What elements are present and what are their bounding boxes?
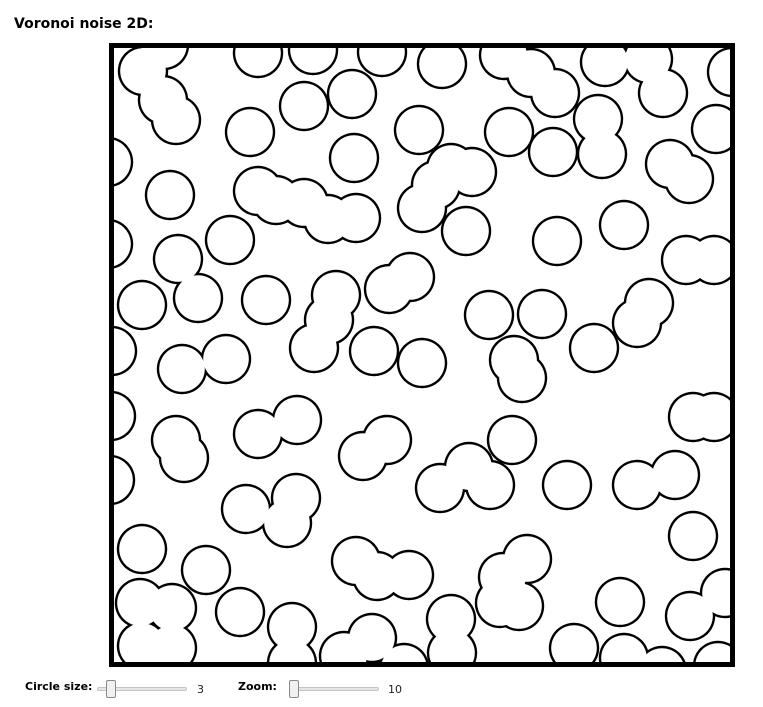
- noise-circle: [114, 222, 131, 266]
- noise-circle: [217, 589, 263, 635]
- noise-circle: [333, 538, 379, 584]
- noise-circle: [640, 70, 686, 116]
- circle-size-slider-thumb[interactable]: [105, 680, 116, 698]
- noise-circle: [466, 292, 512, 338]
- noise-circle: [532, 70, 578, 116]
- zoom-value: 10: [388, 683, 402, 696]
- noise-circle: [601, 202, 647, 248]
- noise-circle: [519, 291, 565, 337]
- noise-circle: [534, 218, 580, 264]
- noise-circle: [114, 393, 134, 439]
- noise-circle: [243, 277, 289, 323]
- noise-circle: [155, 236, 201, 282]
- circle-size-value: 3: [197, 683, 204, 696]
- noise-circle: [274, 397, 320, 443]
- noise-drawing: [114, 48, 730, 662]
- noise-circle: [227, 109, 273, 155]
- noise-circle: [147, 172, 193, 218]
- zoom-slider-track[interactable]: [289, 687, 379, 691]
- noise-circle: [203, 336, 249, 382]
- noise-circle: [119, 282, 165, 328]
- noise-circle: [114, 457, 133, 503]
- noise-circle: [119, 526, 165, 572]
- noise-circle: [670, 513, 716, 559]
- noise-circle: [489, 417, 535, 463]
- noise-circle: [579, 131, 625, 177]
- noise-circle: [597, 579, 643, 625]
- noise-circle: [235, 411, 281, 457]
- noise-circle: [449, 149, 495, 195]
- noise-circle: [149, 585, 195, 631]
- noise-circle: [504, 536, 550, 582]
- noise-circle: [486, 109, 532, 155]
- noise-circle: [291, 325, 337, 371]
- noise-circle: [396, 107, 442, 153]
- noise-circle: [491, 337, 537, 383]
- noise-circle: [183, 547, 229, 593]
- noise-circle: [530, 129, 576, 175]
- zoom-label: Zoom:: [238, 680, 277, 693]
- noise-circle: [417, 465, 463, 511]
- noise-circle: [614, 462, 660, 508]
- noise-circle: [281, 83, 327, 129]
- noise-circle: [709, 49, 730, 95]
- noise-circle: [207, 217, 253, 263]
- noise-circle: [652, 452, 698, 498]
- noise-circle: [364, 417, 410, 463]
- noise-circle: [351, 328, 397, 374]
- zoom-slider[interactable]: [288, 680, 379, 698]
- noise-circle: [467, 462, 513, 508]
- noise-circle: [175, 275, 221, 321]
- zoom-slider-thumb[interactable]: [288, 680, 299, 698]
- noise-circle: [159, 346, 205, 392]
- noise-circle: [695, 643, 730, 662]
- noise-circle: [333, 195, 379, 241]
- controls-bar: Circle size: 3 Zoom: 10: [0, 676, 763, 702]
- noise-circle: [329, 71, 375, 117]
- noise-circle: [544, 462, 590, 508]
- noise-circle: [399, 340, 445, 386]
- noise-circle: [387, 254, 433, 300]
- noise-circle: [331, 135, 377, 181]
- noise-circle: [114, 140, 131, 184]
- noise-circle: [161, 435, 207, 481]
- noise-circle: [273, 475, 319, 521]
- voronoi-canvas[interactable]: [109, 43, 735, 667]
- circle-size-slider[interactable]: [97, 680, 187, 698]
- noise-circle: [443, 208, 489, 254]
- page-title: Voronoi noise 2D:: [14, 16, 154, 32]
- noise-circle: [666, 156, 712, 202]
- circle-size-label: Circle size:: [25, 680, 93, 693]
- noise-circle: [114, 328, 135, 374]
- noise-circle: [223, 486, 269, 532]
- noise-circle: [614, 300, 660, 346]
- noise-circle: [571, 325, 617, 371]
- noise-circle: [477, 580, 523, 626]
- noise-circle: [386, 552, 432, 598]
- noise-circle: [153, 97, 199, 143]
